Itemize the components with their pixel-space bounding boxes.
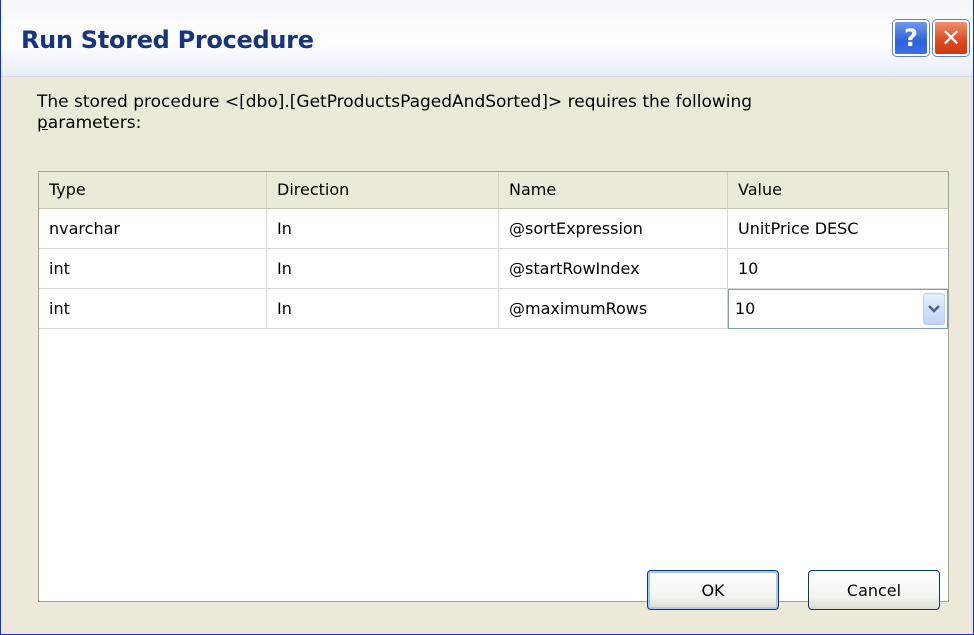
ok-button[interactable]: OK (647, 570, 779, 610)
chevron-down-icon (928, 305, 940, 313)
parameters-grid[interactable]: Type Direction Name Value nvarchar In @s… (38, 171, 949, 602)
question-icon: ? (904, 24, 918, 52)
cell-name: @startRowIndex (499, 249, 728, 289)
cancel-button[interactable]: Cancel (808, 570, 940, 610)
cell-direction: In (267, 249, 499, 289)
dialog-title: Run Stored Procedure (21, 26, 314, 54)
cell-type: int (39, 249, 267, 289)
table-row[interactable]: int In @maximumRows 10 (39, 289, 948, 329)
title-bar[interactable]: Run Stored Procedure ? ✕ (1, 0, 973, 77)
description-line-2: parameters: (37, 113, 917, 134)
cell-name: @sortExpression (499, 209, 728, 249)
cell-name: @maximumRows (499, 289, 728, 329)
value-combobox-text[interactable]: 10 (735, 290, 755, 328)
cell-direction: In (267, 209, 499, 249)
description-text: The stored procedure <[dbo].[GetProducts… (37, 92, 917, 134)
table-row[interactable]: int In @startRowIndex 10 (39, 249, 948, 289)
cell-value[interactable]: UnitPrice DESC (728, 209, 948, 249)
close-icon: ✕ (940, 24, 962, 52)
column-header-type[interactable]: Type (39, 172, 267, 208)
cell-direction: In (267, 289, 499, 329)
run-stored-procedure-dialog: Run Stored Procedure ? ✕ The stored proc… (0, 0, 974, 635)
value-combobox[interactable]: 10 (728, 289, 948, 329)
column-header-direction[interactable]: Direction (267, 172, 499, 208)
cell-value[interactable]: 10 (728, 249, 948, 289)
dropdown-button[interactable] (923, 293, 945, 325)
help-button[interactable]: ? (893, 20, 929, 56)
close-button[interactable]: ✕ (933, 20, 969, 56)
column-header-value[interactable]: Value (728, 172, 948, 208)
grid-header: Type Direction Name Value (39, 172, 948, 209)
table-row[interactable]: nvarchar In @sortExpression UnitPrice DE… (39, 209, 948, 249)
cell-type: int (39, 289, 267, 329)
description-line-1: The stored procedure <[dbo].[GetProducts… (37, 92, 753, 112)
column-header-name[interactable]: Name (499, 172, 728, 208)
access-key-p: p (37, 113, 48, 133)
description-line-2-rest: arameters: (47, 113, 142, 133)
cell-type: nvarchar (39, 209, 267, 249)
